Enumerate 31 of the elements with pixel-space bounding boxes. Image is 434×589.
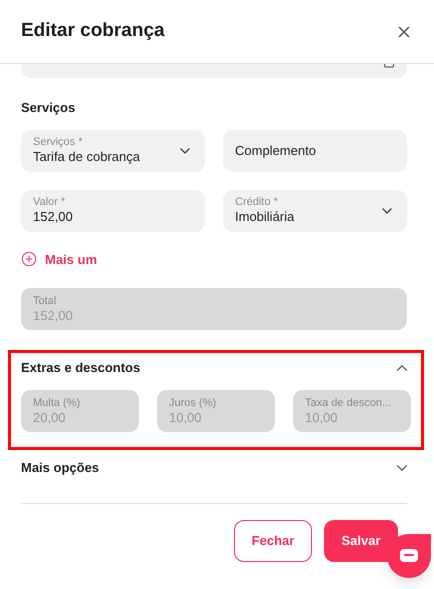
field-label: Crédito * (235, 196, 279, 209)
field-value: 10,00 (169, 410, 203, 426)
field-label: Juros (%) (169, 396, 216, 410)
section-header[interactable]: Extras e descontos (21, 356, 411, 380)
field-placeholder: Complemento (235, 142, 316, 160)
window-title: Editar cobrança (21, 19, 165, 44)
plus-circle-icon (21, 251, 37, 268)
field-value: 10,00 (305, 410, 339, 426)
field-label: Taxa de descon... (305, 396, 392, 410)
field-label: Multa (%) (33, 396, 80, 410)
field-value: Tarifa de cobrança (33, 149, 140, 165)
section-title: Mais opções (21, 459, 100, 478)
section-title: Serviços (21, 99, 76, 117)
section-title: Extras e descontos (21, 359, 140, 378)
add-more-link[interactable]: Mais um (21, 250, 98, 269)
section-header[interactable]: Mais opções (21, 456, 411, 480)
field-value: Imobiliária (235, 209, 294, 225)
chat-button[interactable] (387, 534, 431, 578)
field-label: Serviços * (33, 136, 84, 149)
input-field[interactable]: Complemento (223, 130, 407, 172)
field-value: 152,00 (33, 308, 73, 324)
select-field[interactable]: Serviços * Tarifa de cobrança (21, 130, 205, 172)
field-label: Total (33, 294, 58, 308)
field-value: 152,00 (33, 209, 73, 225)
field-label: Valor * (33, 196, 66, 209)
save-button[interactable]: Salvar (324, 520, 398, 562)
close-button[interactable]: Fechar (234, 520, 312, 562)
chat-icon (400, 549, 418, 563)
select-field[interactable]: Crédito * Imobiliária (223, 190, 407, 232)
field-value: 20,00 (33, 410, 67, 426)
input-field[interactable]: Valor * 152,00 (21, 190, 205, 232)
